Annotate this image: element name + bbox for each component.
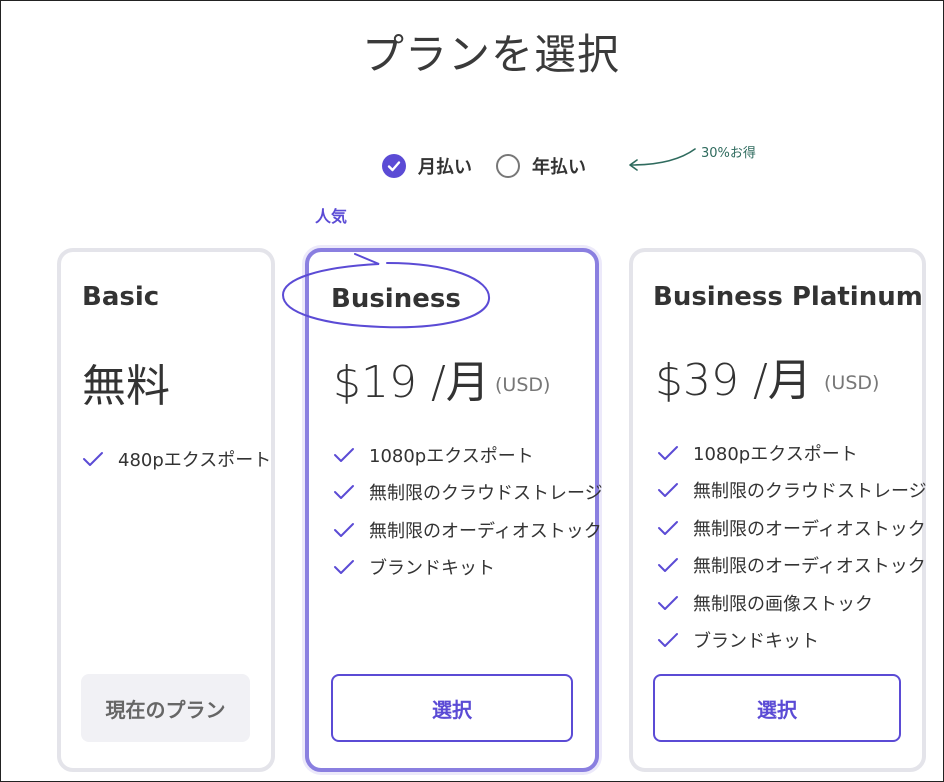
feature-label: 無制限のオーディオストック	[369, 520, 602, 542]
current-plan-button: 現在のプラン	[81, 674, 250, 742]
check-icon	[658, 520, 678, 535]
check-icon	[658, 483, 678, 498]
radio-unchecked-icon[interactable]	[496, 154, 520, 178]
check-icon	[334, 447, 354, 462]
feature-label: 480pエクスポート	[118, 449, 272, 471]
select-business-button[interactable]: 選択	[331, 674, 573, 742]
billing-monthly-label: 月払い	[418, 157, 472, 178]
radio-checked-icon[interactable]	[382, 154, 406, 178]
plan-price: 無料	[82, 361, 170, 412]
feature-list: 1080pエクスポート 無制限のクラウドストレージ 無制限のオーディオストック …	[333, 436, 603, 586]
pricing-page: プランを選択 月払い 年払い 30%お得 人気 Basic 無料 480pエクス…	[0, 0, 944, 782]
feature-item: 無制限のクラウドストレージ	[657, 472, 927, 510]
feature-item: 無制限のオーディオストック	[657, 547, 927, 585]
billing-option-monthly[interactable]: 月払い	[382, 151, 472, 181]
discount-note: 30%お得	[701, 146, 756, 161]
feature-label: ブランドキット	[693, 631, 819, 653]
plan-name: Basic	[82, 282, 160, 312]
plan-name: Business Platinum	[653, 282, 923, 312]
check-icon	[658, 558, 678, 573]
feature-item: 480pエクスポート	[82, 440, 271, 478]
page-title: プランを選択	[361, 30, 620, 79]
feature-label: ブランドキット	[369, 558, 495, 580]
feature-label: 無制限のクラウドストレージ	[369, 483, 603, 505]
feature-label: 1080pエクスポート	[369, 445, 534, 467]
feature-item: ブランドキット	[333, 549, 603, 587]
feature-item: 1080pエクスポート	[657, 434, 927, 472]
check-icon	[334, 522, 354, 537]
curved-arrow-icon	[629, 148, 696, 171]
check-icon	[658, 595, 678, 610]
feature-item: ブランドキット	[657, 622, 927, 660]
feature-list: 480pエクスポート	[82, 440, 271, 478]
feature-item: 無制限の画像ストック	[657, 584, 927, 622]
select-business-platinum-button[interactable]: 選択	[653, 674, 901, 742]
billing-yearly-label: 年払い	[532, 157, 586, 178]
check-icon	[83, 451, 103, 466]
popular-label: 人気	[315, 207, 348, 226]
circle-annotation	[281, 253, 491, 329]
feature-item: 1080pエクスポート	[333, 436, 603, 474]
feature-label: 無制限のオーディオストック	[693, 518, 926, 540]
feature-label: 無制限の画像ストック	[693, 593, 873, 615]
feature-label: 無制限のオーディオストック	[693, 556, 926, 578]
plan-price: $19 /月	[333, 357, 490, 408]
check-icon	[334, 560, 354, 575]
plan-price: $39 /月	[655, 355, 812, 406]
feature-label: 1080pエクスポート	[693, 443, 858, 465]
feature-list: 1080pエクスポート 無制限のクラウドストレージ 無制限のオーディオストック …	[657, 434, 927, 659]
plan-card-business-platinum: Business Platinum $39 /月 (USD) 1080pエクスポ…	[629, 248, 927, 772]
feature-item: 無制限のオーディオストック	[333, 511, 603, 549]
feature-label: 無制限のクラウドストレージ	[693, 481, 927, 503]
plan-card-basic: Basic 無料 480pエクスポート 現在のプラン	[57, 248, 275, 772]
plan-currency: (USD)	[824, 372, 880, 394]
billing-option-yearly[interactable]: 年払い	[496, 151, 586, 181]
feature-item: 無制限のオーディオストック	[657, 509, 927, 547]
check-icon	[658, 633, 678, 648]
plan-currency: (USD)	[495, 374, 551, 396]
check-icon	[334, 485, 354, 500]
check-icon	[658, 445, 678, 460]
feature-item: 無制限のクラウドストレージ	[333, 474, 603, 512]
